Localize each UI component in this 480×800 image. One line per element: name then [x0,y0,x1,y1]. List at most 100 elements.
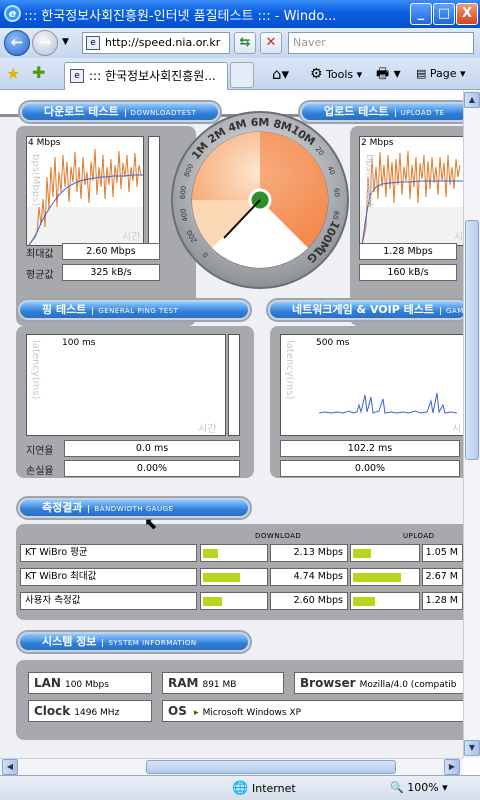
ping-test-header: 핑 테스트 GENERAL PING TEST [18,300,250,320]
page-icon: e [86,36,100,50]
ping-y-axis: latency(ms) [30,340,41,400]
window-title-bar[interactable]: e ::: 한국정보사회진흥원-인터넷 품질테스트 ::: - Windo...… [0,0,480,28]
favorites-star-icon[interactable]: ★ [6,64,20,83]
page-menu-icon: ▤ [416,67,427,80]
download-meter-fill [203,549,218,558]
home-icon[interactable]: ⌂▾ [272,64,289,84]
upload-meter-fill [353,597,375,606]
result-row-label: KT WiBro 최대값 [20,568,197,586]
upload-meter [350,544,420,562]
download-column-header: DOWNLOAD [255,532,302,540]
scroll-right-button[interactable]: ▶ [444,759,460,775]
ping-scale-label: 100 ms [62,338,96,348]
scroll-down-button[interactable]: ▼ [464,740,480,756]
zoom-label: 100% [407,781,439,794]
result-row-label: KT WiBro 평균 [20,544,197,562]
minimize-button[interactable]: _ [410,3,432,25]
download-meter [200,544,268,562]
ping-x-axis: 시간 [198,424,217,435]
zoom-control[interactable]: 🔍 100% ▾ [390,781,448,794]
ping-graph [26,334,226,436]
upload-meter-fill [353,549,371,558]
refresh-button[interactable]: ⇆ [234,32,256,54]
upload-y-axis: bps(Mbps) [364,154,375,207]
gear-icon: ⚙ [310,66,323,82]
download-y-axis: bps(Mbps) [30,154,41,207]
maximize-button[interactable]: □ [433,3,455,25]
speed-gauge: 02004006008001M2M4M 6M 8M10M20406080100M1G [171,111,349,289]
tab-active[interactable]: e ::: 한국정보사회진흥원... [64,62,228,90]
tab-toolbar: ★ ✚ e ::: 한국정보사회진흥원... ⌂▾ ⚙ Tools ▾ 🖶 ▾ … [0,58,480,90]
download-side-bar [148,136,160,246]
ping-loss-label: 손실율 [26,466,54,477]
horizontal-scroll-thumb[interactable] [146,760,396,774]
upload-value: 2.67 M [422,568,463,586]
address-url: http://speed.nia.or.kr [105,36,221,49]
game-voip-test-header: 네트워크게임 & VOIP 테스트GAME [268,300,463,320]
gauge-label: 600 [179,185,188,199]
upload-avg-value: 160 kB/s [359,264,457,281]
download-max-label: 최대값 [26,249,54,260]
download-value: 4.74 Mbps [270,568,348,586]
print-icon[interactable]: 🖶 ▾ [376,64,401,84]
system-info-header: 시스템 정보 SYSTEM INFORMATION [18,632,250,652]
status-bar: 🌐 Internet 🔍 100% ▾ [0,775,480,800]
upload-value: 1.28 M [422,592,463,610]
vertical-scrollbar[interactable]: ▲ ▼ [463,90,480,758]
download-value: 2.13 Mbps [270,544,348,562]
internet-zone-label: Internet [252,782,296,795]
add-favorites-icon[interactable]: ✚ [32,63,45,82]
upload-scale-label: 2 Mbps [361,138,394,148]
horizontal-scrollbar[interactable]: ◀ ▶ [0,758,463,775]
download-max-value: 2.60 Mbps [62,243,160,260]
scroll-left-button[interactable]: ◀ [2,759,18,775]
upload-meter [350,568,420,586]
browser-info: Browser Mozilla/4.0 (compatib [294,672,463,694]
ping-side-bar [228,334,240,436]
game-delay-value: 102.2 ms [280,440,460,457]
tools-button[interactable]: ⚙ Tools ▾ [310,64,362,84]
lan-info: LAN 100 Mbps [28,672,152,694]
download-value: 2.60 Mbps [270,592,348,610]
back-button[interactable]: ← [4,30,30,56]
tab-title: ::: 한국정보사회진흥원... [89,69,216,83]
download-meter [200,568,268,586]
vertical-scroll-thumb[interactable] [465,220,479,460]
download-avg-value: 325 kB/s [62,264,160,281]
result-row-label: 사용자 측정값 [20,592,197,610]
scroll-up-button[interactable]: ▲ [464,92,480,108]
new-tab-button[interactable] [230,62,254,88]
page-button[interactable]: ▤ Page ▾ [416,64,466,84]
upload-meter-fill [353,573,401,582]
address-input[interactable]: e http://speed.nia.or.kr [82,32,230,54]
results-header: 측정결과 BANDWIDTH GAUGE [18,498,250,518]
search-input[interactable]: Naver [288,32,474,54]
game-graph-lines [318,392,458,414]
page-label: Page [429,67,457,80]
tools-label: Tools [326,68,354,81]
game-x-axis: 시 [452,424,462,435]
download-meter-fill [203,597,222,606]
game-loss-value: 0.00% [280,460,460,477]
ping-delay-value: 0.0 ms [64,440,240,457]
download-meter-fill [203,573,240,582]
history-dropdown-icon[interactable]: ▼ [62,37,69,47]
download-scale-label: 4 Mbps [28,138,61,148]
game-graph [280,334,463,436]
game-scale-label: 500 ms [316,338,350,348]
address-toolbar: ← → ▼ e http://speed.nia.or.kr ⇆ ✕ Naver [0,28,480,58]
close-button[interactable]: X [456,3,478,25]
ram-info: RAM 891 MB [162,672,284,694]
download-x-axis: 시간 [122,232,141,243]
stop-button[interactable]: ✕ [260,32,282,54]
os-info: OS ▸ Microsoft Windows XP [162,700,463,722]
gauge-label: 6M [251,116,270,129]
upload-graph-lines [360,150,463,245]
upload-x-axis: 시 [454,232,463,243]
gauge-label: 60 [332,188,341,198]
web-content: 다운로드 테스트 DOWNLOADTEST 4 Mbps bps(Mbps) 시간… [0,90,463,758]
forward-button[interactable]: → [32,30,58,56]
clock-info: Clock 1496 MHz [28,700,152,722]
internet-zone-icon: 🌐 [232,781,249,796]
game-y-axis: latency(ms) [284,340,295,400]
